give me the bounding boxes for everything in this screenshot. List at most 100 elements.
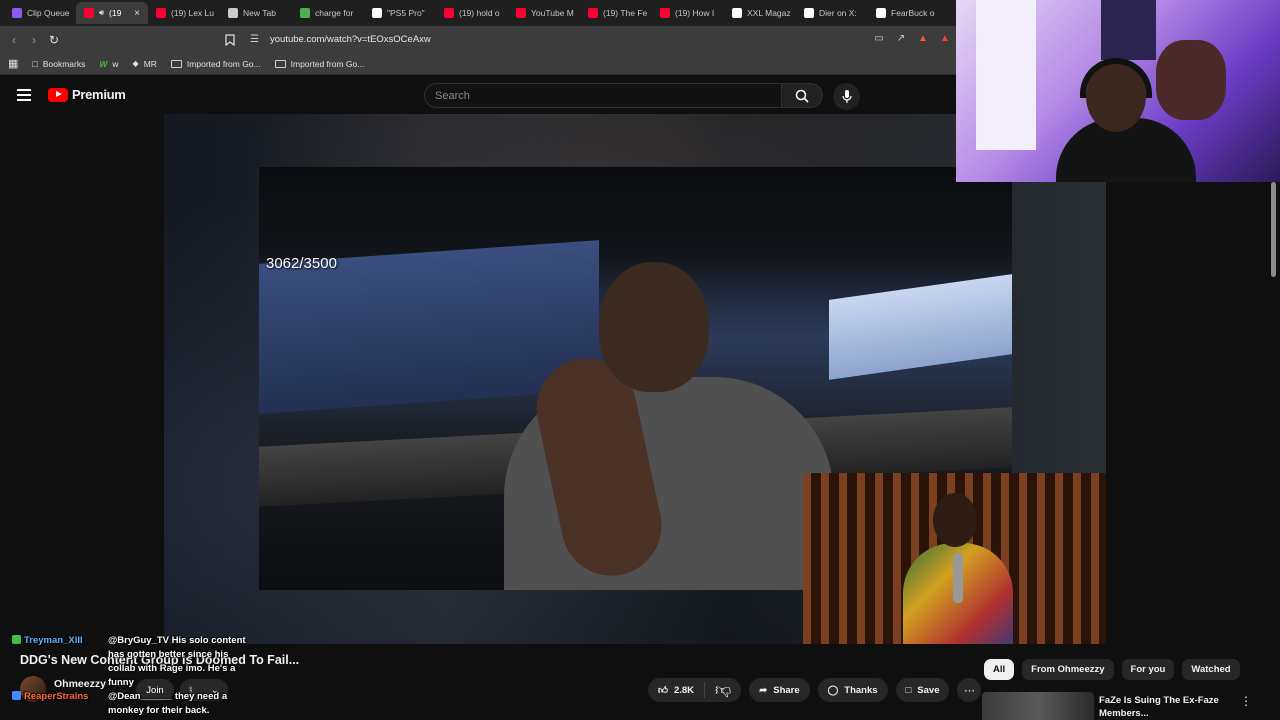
browser-tab[interactable]: XXL Magaz: [724, 2, 796, 24]
tab-favicon-icon: [660, 8, 670, 18]
browser-tab[interactable]: (19) The Fe: [580, 2, 652, 24]
cast-icon[interactable]: ▭: [872, 31, 886, 45]
like-button[interactable]: 👍︎ 2.8K: [648, 682, 706, 698]
chip-all[interactable]: All: [984, 659, 1015, 680]
more-actions-button[interactable]: ⋯: [957, 678, 982, 702]
tab-favicon-icon: [300, 8, 310, 18]
tab-favicon-icon: [444, 8, 454, 18]
share-label: Share: [773, 684, 800, 696]
address-bar[interactable]: ☰ youtube.com/watch?v=tEOxsOCeAxw: [222, 29, 952, 50]
tab-favicon-icon: [732, 8, 742, 18]
voice-search-button[interactable]: [833, 83, 860, 110]
tab-favicon-icon: [804, 8, 814, 18]
tab-title: charge for: [315, 8, 354, 18]
thumbs-up-icon: 👍︎: [658, 685, 668, 696]
bookmark-item[interactable]: □ Bookmarks: [32, 59, 85, 69]
chip-from-channel[interactable]: From Ohmeezzy: [1022, 659, 1114, 680]
like-dislike-group: 👍︎ 2.8K 👎︎: [648, 678, 742, 702]
chat-badge-icon: [12, 635, 21, 644]
tab-favicon-icon: [516, 8, 526, 18]
menu-hamburger-icon[interactable]: [17, 89, 31, 101]
recommended-thumbnail[interactable]: [982, 692, 1094, 720]
related-filter-chips: All From Ohmeezzy For you Watched: [984, 659, 1240, 680]
chip-watched[interactable]: Watched: [1182, 659, 1240, 680]
apps-grid-icon[interactable]: ▦: [8, 57, 18, 70]
youtube-header: Premium: [0, 76, 960, 114]
tab-favicon-icon: [84, 8, 94, 18]
person-head: [599, 262, 709, 392]
browser-tab[interactable]: Dier on X:: [796, 2, 868, 24]
thanks-button[interactable]: ◯ Thanks: [817, 678, 888, 702]
browser-tab[interactable]: FearBuck o: [868, 2, 940, 24]
more-vert-icon[interactable]: ⋮: [1240, 694, 1252, 708]
dislike-button[interactable]: 👎︎: [705, 681, 741, 700]
reload-button[interactable]: ↻: [44, 30, 64, 50]
chat-username: Treyman_XIII: [24, 635, 83, 646]
video-inset-podcast: [803, 473, 1106, 644]
site-info-icon[interactable]: ☰: [250, 34, 259, 45]
streamer-webcam-overlay: [956, 0, 1280, 182]
bookmark-folder[interactable]: Imported from Go...: [274, 59, 364, 69]
video-player[interactable]: 3062/3500: [164, 114, 1106, 644]
chat-message: ReaperStrains @Dean______ they need a mo…: [12, 690, 272, 716]
browser-tab[interactable]: YouTube M: [508, 2, 580, 24]
save-label: Save: [917, 684, 940, 696]
browser-tab[interactable]: 🔊︎ (19 ×: [76, 2, 148, 24]
webcam-poster: [1101, 0, 1156, 60]
tab-title: "PS5 Pro": [387, 8, 425, 18]
bookmark-item[interactable]: Ww: [99, 59, 118, 69]
tab-title: (19) The Fe: [603, 8, 648, 18]
chat-badge-icon: [12, 691, 21, 700]
browser-tab[interactable]: charge for: [292, 2, 364, 24]
search-input[interactable]: [425, 84, 781, 107]
recommended-video[interactable]: FaZe Is Suing The Ex-Faze Members... ⋮: [982, 692, 1272, 720]
browser-tab[interactable]: Clip Queue: [4, 2, 76, 24]
more-dots-icon: ⋯: [963, 684, 975, 697]
save-button[interactable]: □ Save: [895, 678, 950, 702]
webcam-plush: [1156, 40, 1226, 120]
browser-tab[interactable]: (19) hold o: [436, 2, 508, 24]
tab-title: (19) Lex Lu: [171, 8, 214, 18]
search-box: [424, 83, 782, 108]
tab-close-icon[interactable]: ×: [134, 8, 140, 19]
folder-icon: [170, 59, 182, 68]
tab-title: FearBuck o: [891, 8, 935, 18]
tab-favicon-icon: [372, 8, 382, 18]
thanks-dollar-icon: ◯: [827, 684, 839, 696]
bookmark-item[interactable]: ◆ MR: [133, 59, 157, 69]
brave-shield-icon[interactable]: ▲: [916, 31, 930, 45]
tab-title: Dier on X:: [819, 8, 857, 18]
logo-text: Premium: [72, 87, 126, 102]
youtube-premium-logo[interactable]: Premium: [48, 87, 126, 102]
address-url: youtube.com/watch?v=tEOxsOCeAxw: [270, 34, 431, 45]
tab-title: XXL Magaz: [747, 8, 791, 18]
thumbs-down-icon: 👎︎: [715, 681, 732, 699]
like-count: 2.8K: [673, 684, 695, 696]
headset-icon: [1080, 58, 1152, 98]
w-logo-icon: W: [99, 58, 108, 69]
chip-for-you[interactable]: For you: [1121, 659, 1175, 680]
back-button[interactable]: ‹: [4, 30, 24, 50]
webcam-door: [976, 0, 1036, 150]
channel-name[interactable]: Ohmeezzy: [54, 678, 106, 690]
share-button[interactable]: ➦ Share: [749, 678, 810, 702]
page-scrollbar[interactable]: [1270, 182, 1278, 282]
chat-text: @Dean______ they need a monkey for their…: [108, 691, 228, 716]
bookmark-folder[interactable]: Imported from Go...: [170, 59, 261, 69]
tab-favicon-icon: [156, 8, 166, 18]
extension-icon[interactable]: ▲: [938, 31, 952, 45]
youtube-play-icon: [48, 87, 68, 102]
chat-username: ReaperStrains: [24, 691, 89, 702]
audio-playing-icon[interactable]: 🔊︎: [99, 8, 104, 18]
tab-title: (19) How I: [675, 8, 715, 18]
forward-button[interactable]: ›: [24, 30, 44, 50]
browser-tab[interactable]: (19) How I: [652, 2, 724, 24]
browser-tab[interactable]: "PS5 Pro": [364, 2, 436, 24]
bookmark-favicon-icon: ◆: [132, 59, 139, 68]
search-icon: [795, 89, 809, 103]
browser-tab[interactable]: New Tab: [220, 2, 292, 24]
recommended-title[interactable]: FaZe Is Suing The Ex-Faze Members...: [1099, 694, 1239, 720]
share-page-icon[interactable]: ↗: [894, 31, 908, 45]
browser-tab[interactable]: (19) Lex Lu: [148, 2, 220, 24]
search-button[interactable]: [781, 83, 823, 108]
